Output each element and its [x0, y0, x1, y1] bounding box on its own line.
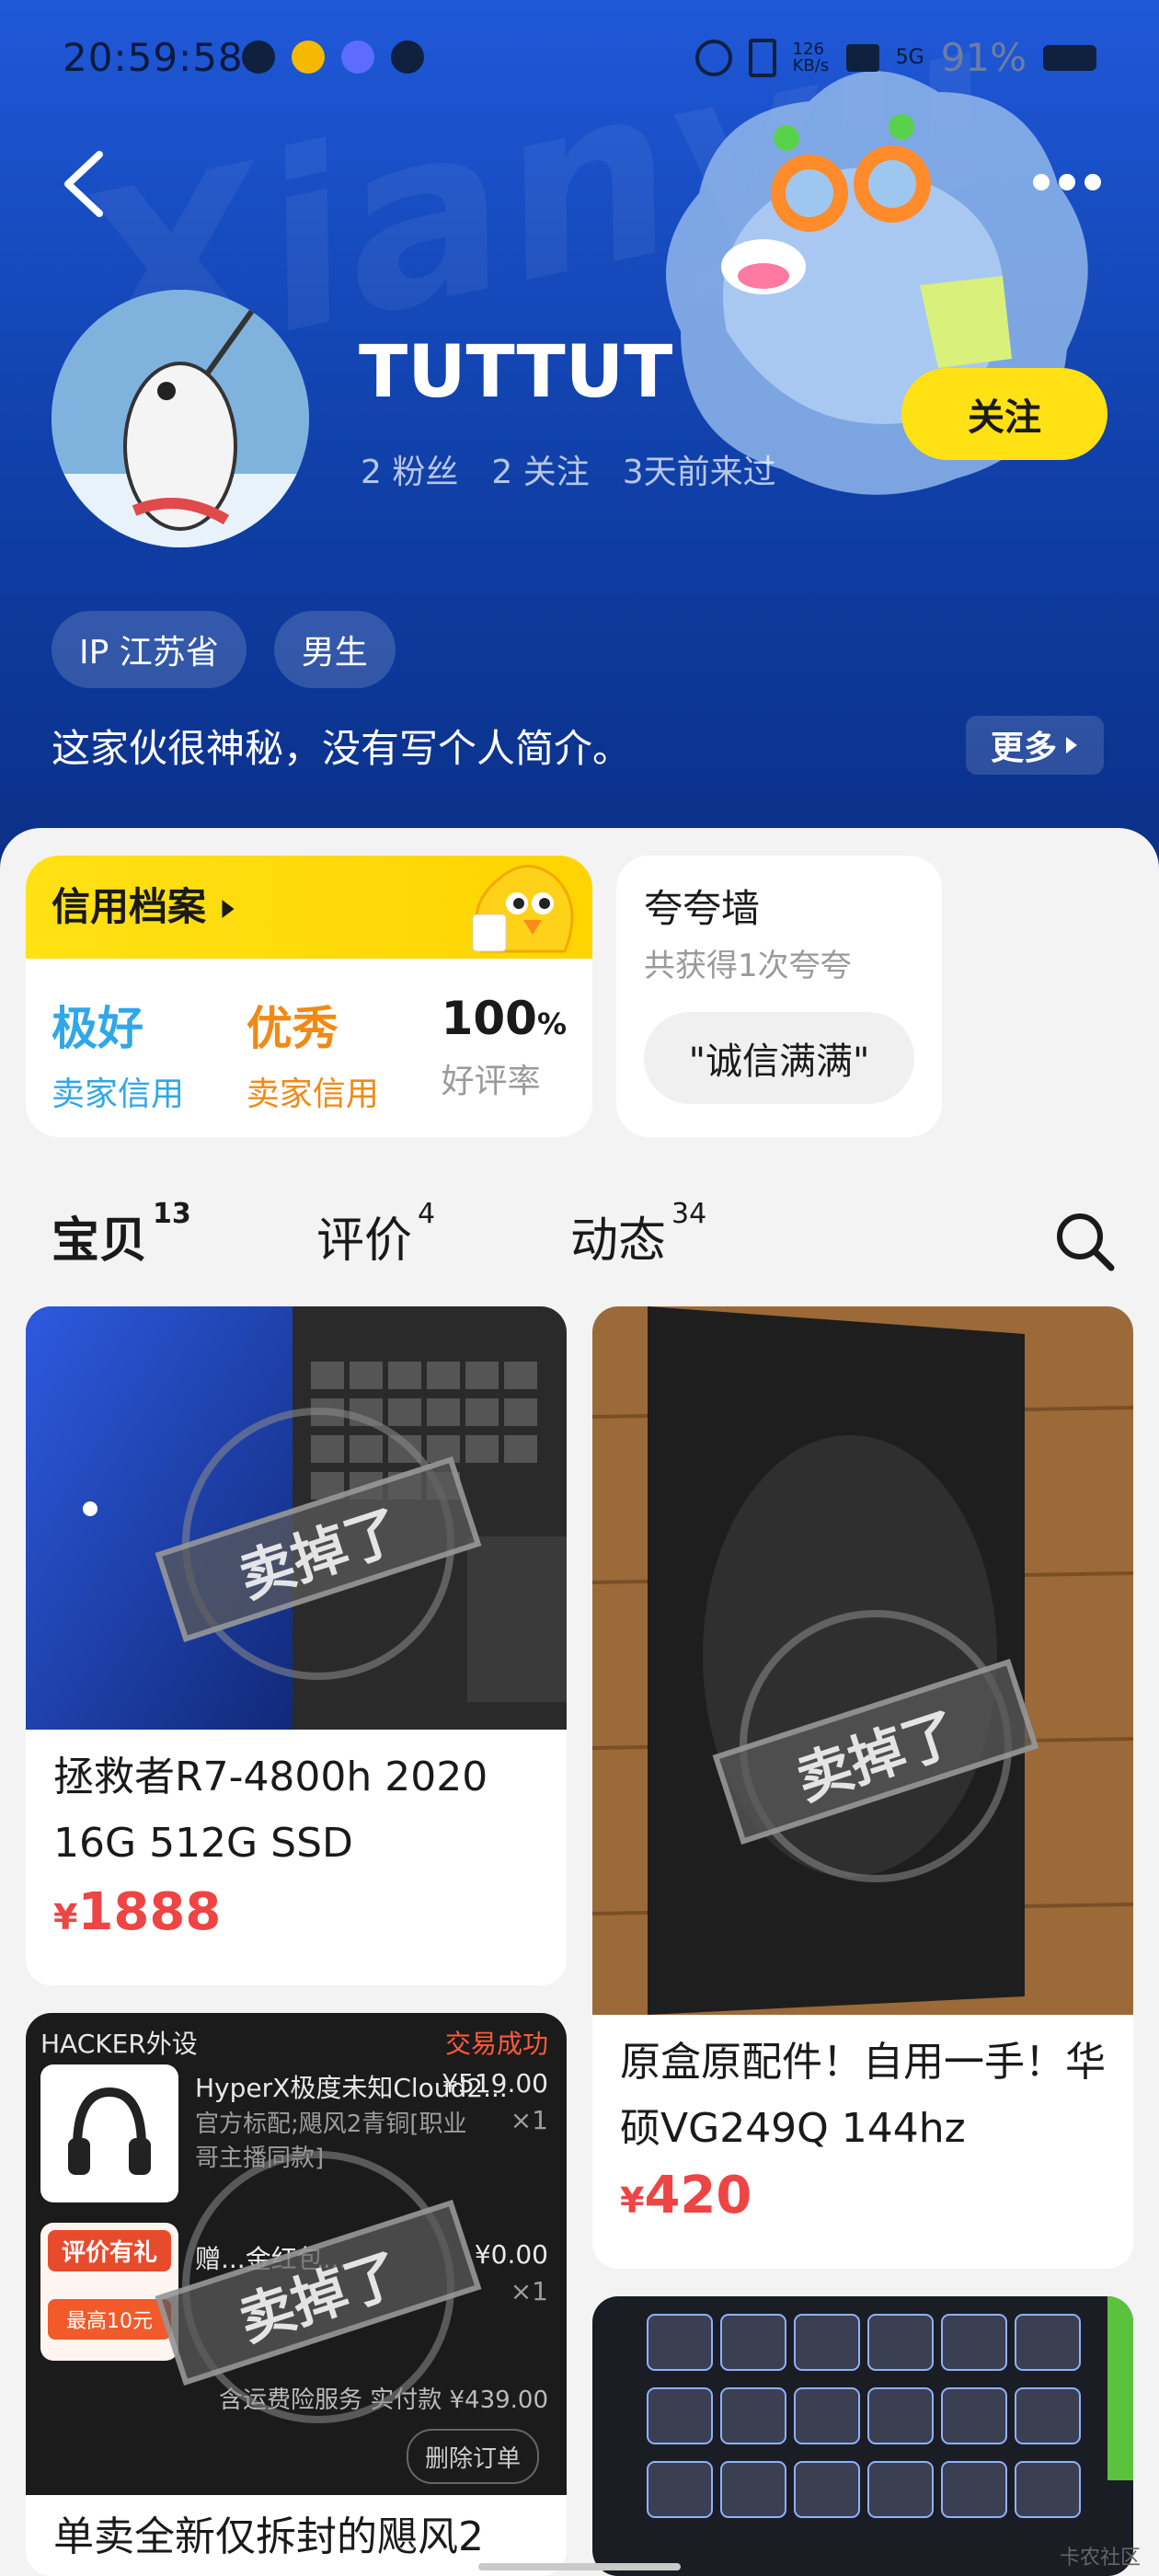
- status-bar: 20:59:58 126 KB/s 5G 91%: [63, 35, 1096, 90]
- item-image: [592, 2296, 1133, 2576]
- sold-out-label: 卖掉了: [712, 1658, 1039, 1846]
- tab-label: 评价: [316, 1213, 413, 1269]
- tab-count: 13: [153, 1198, 191, 1230]
- status-time: 20:59:58: [63, 35, 244, 80]
- currency-symbol: ¥: [53, 1897, 78, 1938]
- tab-items[interactable]: 宝贝 13: [52, 1198, 191, 1274]
- credit-metrics: 极好 卖家信用 优秀 卖家信用 100% 好评率: [26, 959, 592, 1115]
- credit-title: 信用档案: [52, 876, 236, 932]
- chat-icon: [391, 40, 424, 74]
- tab-label: 宝贝: [52, 1213, 148, 1269]
- more-button[interactable]: 更多: [966, 716, 1104, 775]
- praise-title: 夸夸墙: [644, 886, 761, 931]
- rate-number: 100: [441, 992, 537, 1045]
- credit-label: 卖家信用: [246, 1075, 379, 1113]
- profile-header: Xianyu 20:59:58 126 KB/s 5G 91% TUTTUT 2…: [0, 0, 1159, 883]
- item-title: 原盒原配件！自用一手！华硕VG249Q 144hz: [620, 2039, 1106, 2152]
- order-line1-qty: ×1: [510, 2105, 548, 2135]
- credit-value: 优秀: [246, 1002, 339, 1055]
- more-options-icon[interactable]: [1030, 166, 1104, 199]
- tab-label: 动态: [570, 1213, 667, 1269]
- good-review-rate: 100% 好评率: [442, 992, 567, 1115]
- credit-profile-card[interactable]: 信用档案 极好 卖家信用 优秀 卖家信用 100% 好评率: [26, 856, 592, 1137]
- follow-button[interactable]: 关注: [901, 368, 1107, 460]
- triangle-right-icon: [222, 900, 235, 918]
- net-speed: 126 KB/s: [792, 39, 830, 75]
- tag-gender: 男生: [273, 611, 396, 688]
- sold-out-label: 卖掉了: [155, 1455, 482, 1643]
- weibo-icon: [292, 40, 325, 74]
- coupon-badge: 最高10元: [48, 2299, 171, 2340]
- battery-percent: 91%: [940, 35, 1027, 80]
- order-line2-qty: ×1: [510, 2276, 548, 2306]
- credit-value: 极好: [52, 1002, 143, 1055]
- seller-credit-1: 极好 卖家信用: [52, 992, 184, 1115]
- search-icon[interactable]: [1052, 1209, 1119, 1275]
- order-shop-name: HACKER外设: [40, 2029, 198, 2059]
- triangle-right-icon: [1066, 737, 1077, 753]
- profile-tags: IP 江苏省 男生: [52, 611, 396, 688]
- home-indicator[interactable]: [478, 2563, 681, 2570]
- currency-symbol: ¥: [620, 2180, 645, 2221]
- notification-icons: [242, 40, 424, 74]
- praise-wall-card[interactable]: 夸夸墙 共获得1次夸夸 "诚信满满": [616, 856, 942, 1137]
- content-tabs: 宝贝 13 评价 4 动态 34: [52, 1198, 1119, 1284]
- more-button-label: 更多: [990, 730, 1057, 767]
- following-count[interactable]: 2 关注: [491, 445, 589, 493]
- alarm-icon: [694, 39, 732, 76]
- headset-icon: [68, 2087, 151, 2175]
- praise-tag: "诚信满满": [644, 1012, 914, 1104]
- sold-out-stamp: 卖掉了: [155, 1408, 482, 1680]
- credit-card-header: 信用档案: [26, 856, 592, 959]
- item-card-monitor[interactable]: 卖掉了 原盒原配件！自用一手！华硕VG249Q 144hz ¥420: [592, 1306, 1133, 2269]
- price-value: 1888: [77, 1882, 222, 1942]
- sold-out-stamp: 卖掉了: [712, 1610, 1039, 1882]
- profile-bio: 这家伙很神秘，没有写个人简介。: [52, 726, 632, 771]
- sold-out-label: 卖掉了: [155, 2199, 482, 2386]
- delete-order-button: 删除订单: [407, 2429, 539, 2484]
- rate-unit: %: [536, 1006, 567, 1041]
- item-card-keyboard[interactable]: [592, 2296, 1133, 2576]
- rate-label: 好评率: [441, 1063, 541, 1100]
- item-price: ¥420: [620, 2166, 752, 2225]
- order-line1-price: ¥519.00: [442, 2068, 548, 2099]
- seller-credit-2: 优秀 卖家信用: [247, 992, 379, 1115]
- credit-title-text: 信用档案: [52, 884, 207, 929]
- review-gift-badge: 评价有礼: [48, 2230, 171, 2271]
- chick-mascot-icon: [472, 865, 574, 953]
- item-title: 拯救者R7-4800h 2020 16G 512G SSD: [53, 1754, 488, 1867]
- vibrate-icon: [748, 38, 776, 77]
- corner-watermark: 卡农社区: [1059, 2547, 1141, 2570]
- item-card-headset[interactable]: HACKER外设 交易成功 HyperX极度未知Cloud2... ¥519.0…: [26, 2013, 567, 2576]
- tab-count: 34: [671, 1198, 707, 1230]
- tab-count: 4: [418, 1198, 436, 1230]
- last-seen: 3天前来过: [622, 454, 776, 491]
- sold-out-stamp: 卖掉了: [155, 2151, 482, 2423]
- rate-value: 100%: [442, 992, 567, 1045]
- signal-label: 5G: [895, 46, 924, 69]
- tab-reviews[interactable]: 评价 4: [316, 1198, 435, 1271]
- praise-subtitle: 共获得1次夸夸: [644, 948, 852, 984]
- tag-ip-location: IP 江苏省: [52, 611, 247, 688]
- qq-icon: [341, 40, 374, 74]
- fans-count[interactable]: 2 粉丝: [361, 445, 458, 493]
- profile-stats: 2 粉丝 2 关注 3天前来过: [361, 445, 776, 493]
- item-title: 单卖全新仅拆封的飓风2: [53, 2513, 484, 2560]
- username: TUTTUT: [359, 331, 673, 414]
- order-line2-price: ¥0.00: [474, 2239, 548, 2270]
- item-price: ¥1888: [53, 1882, 221, 1942]
- avatar[interactable]: [52, 290, 309, 547]
- battery-icon: [1043, 44, 1096, 71]
- hd-icon: [845, 43, 879, 72]
- tab-moments[interactable]: 动态 34: [570, 1198, 706, 1271]
- back-icon[interactable]: [57, 147, 112, 221]
- credit-label: 卖家信用: [52, 1075, 185, 1113]
- price-value: 420: [644, 2166, 752, 2225]
- order-thumb-gift: 评价有礼 最高10元: [40, 2223, 178, 2361]
- globe-icon: [242, 40, 275, 74]
- status-right: 126 KB/s 5G 91%: [694, 35, 1096, 80]
- item-card-laptop[interactable]: 卖掉了 拯救者R7-4800h 2020 16G 512G SSD ¥1888: [26, 1306, 567, 1985]
- order-thumb-headset: [40, 2064, 178, 2202]
- avatar-image: [52, 290, 309, 547]
